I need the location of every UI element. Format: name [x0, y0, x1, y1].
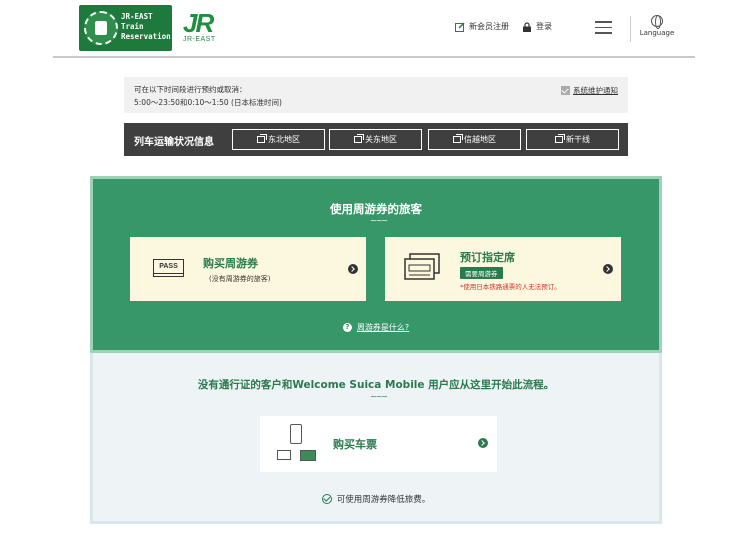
suica-card-icon — [300, 450, 316, 461]
register-label: 新会员注册 — [469, 22, 509, 31]
non-pass-panel: 没有通行证的客户和Welcome Suica Mobile 用户应从这里开始此流… — [90, 353, 662, 524]
chevron-right-icon — [348, 264, 358, 274]
chevron-right-icon — [603, 264, 613, 274]
wave-divider: ~~~ — [370, 392, 388, 401]
ticket-section-title: 没有通行证的客户和Welcome Suica Mobile 用户应从这里开始此流… — [197, 379, 555, 391]
smartphone-icon — [290, 424, 302, 444]
region-button-label: 东北地区 — [268, 135, 300, 144]
pass-required-badge: 需要周游券 — [460, 267, 503, 279]
jr-east-train-reservation-logo[interactable]: JR-EAST Train Reservation — [79, 5, 172, 51]
login-label: 登录 — [536, 22, 552, 31]
ticket-icon — [404, 253, 440, 280]
edit-icon — [455, 21, 465, 32]
region-button-tohoku[interactable]: 东北地区 — [232, 129, 325, 150]
buy-pass-title: 购买周游券 — [203, 257, 258, 270]
language-selector[interactable]: Language — [635, 15, 679, 37]
jr-logo[interactable]: JR JR-EAST — [183, 10, 227, 46]
region-button-kanto[interactable]: 关东地区 — [329, 129, 422, 150]
pass-section-title: 使用周游券的旅客 — [330, 202, 422, 216]
buy-ticket-card[interactable]: 购买车票 — [260, 416, 497, 472]
notice-line-1: 可在以下时间段进行预约或取消： — [134, 85, 247, 94]
buy-pass-card[interactable]: PASS 购买周游券 (没有周游券的旅客) — [130, 237, 366, 301]
jr-mark: JR — [183, 8, 214, 38]
reserve-seat-note: *使用日本铁路通票的人无法预订。 — [460, 283, 561, 291]
maintenance-notice-link[interactable]: 系统维护通知 — [561, 85, 618, 96]
lock-icon — [523, 21, 531, 32]
external-window-icon — [453, 134, 463, 143]
logo-text: JR-EAST Train Reservation — [121, 12, 171, 41]
language-label: Language — [639, 29, 675, 37]
help-icon: ? — [342, 323, 352, 332]
hamburger-menu-icon[interactable] — [595, 21, 612, 34]
notice-line-2: 5:00～23:50和0:10～1:50 (日本标准时间) — [134, 98, 282, 107]
reservation-hours-notice: 可在以下时间段进行预约或取消： 5:00～23:50和0:10～1:50 (日本… — [124, 77, 628, 113]
region-button-shinkansen[interactable]: 新干线 — [526, 129, 619, 150]
ticket-card-icon — [277, 450, 291, 460]
maintenance-notice-label: 系统维护通知 — [573, 86, 618, 95]
pass-ticket-icon: PASS — [153, 259, 184, 277]
wave-divider: ~~~ — [370, 216, 388, 225]
reserve-seat-title: 预订指定席 — [460, 251, 515, 264]
pass-savings-label: 可使用周游券降低旅费。 — [336, 495, 431, 505]
external-window-icon — [555, 134, 565, 143]
train-status-bar: 列车运输状况信息 东北地区 关东地区 信越地区 新干线 — [124, 123, 628, 156]
reserve-seat-card[interactable]: 预订指定席 需要周游券 *使用日本铁路通票的人无法预订。 — [385, 237, 621, 301]
header-divider — [630, 16, 631, 42]
train-status-title: 列车运输状况信息 — [134, 137, 214, 148]
buy-ticket-title: 购买车票 — [333, 438, 377, 451]
buy-pass-subtitle: (没有周游券的旅客) — [209, 275, 271, 283]
jr-east-wordmark: JR-EAST — [183, 36, 216, 43]
site-header: JR-EAST Train Reservation JR JR-EAST 新会员… — [53, 0, 695, 58]
region-button-label: 信越地区 — [464, 135, 496, 144]
register-link[interactable]: 新会员注册 — [455, 21, 509, 32]
external-window-icon — [354, 134, 364, 143]
pass-holders-panel: 使用周游券的旅客 ~~~ PASS 购买周游券 (没有周游券的旅客) 预订指定席… — [90, 176, 662, 353]
external-window-icon — [257, 134, 267, 143]
region-button-shinetsu[interactable]: 信越地区 — [428, 129, 521, 150]
login-link[interactable]: 登录 — [522, 21, 552, 32]
chevron-right-icon — [478, 438, 488, 448]
what-is-pass-label: 周游券是什么? — [356, 323, 410, 332]
train-emblem-icon — [84, 11, 118, 45]
globe-icon — [651, 15, 663, 29]
region-button-label: 新干线 — [566, 135, 590, 144]
region-button-label: 关东地区 — [365, 135, 397, 144]
checkbox-icon — [561, 86, 570, 95]
check-circle-icon — [321, 494, 332, 504]
pass-savings-note: 可使用周游券降低旅费。 — [93, 493, 659, 505]
what-is-pass-link[interactable]: ? 周游券是什么? — [93, 322, 659, 333]
